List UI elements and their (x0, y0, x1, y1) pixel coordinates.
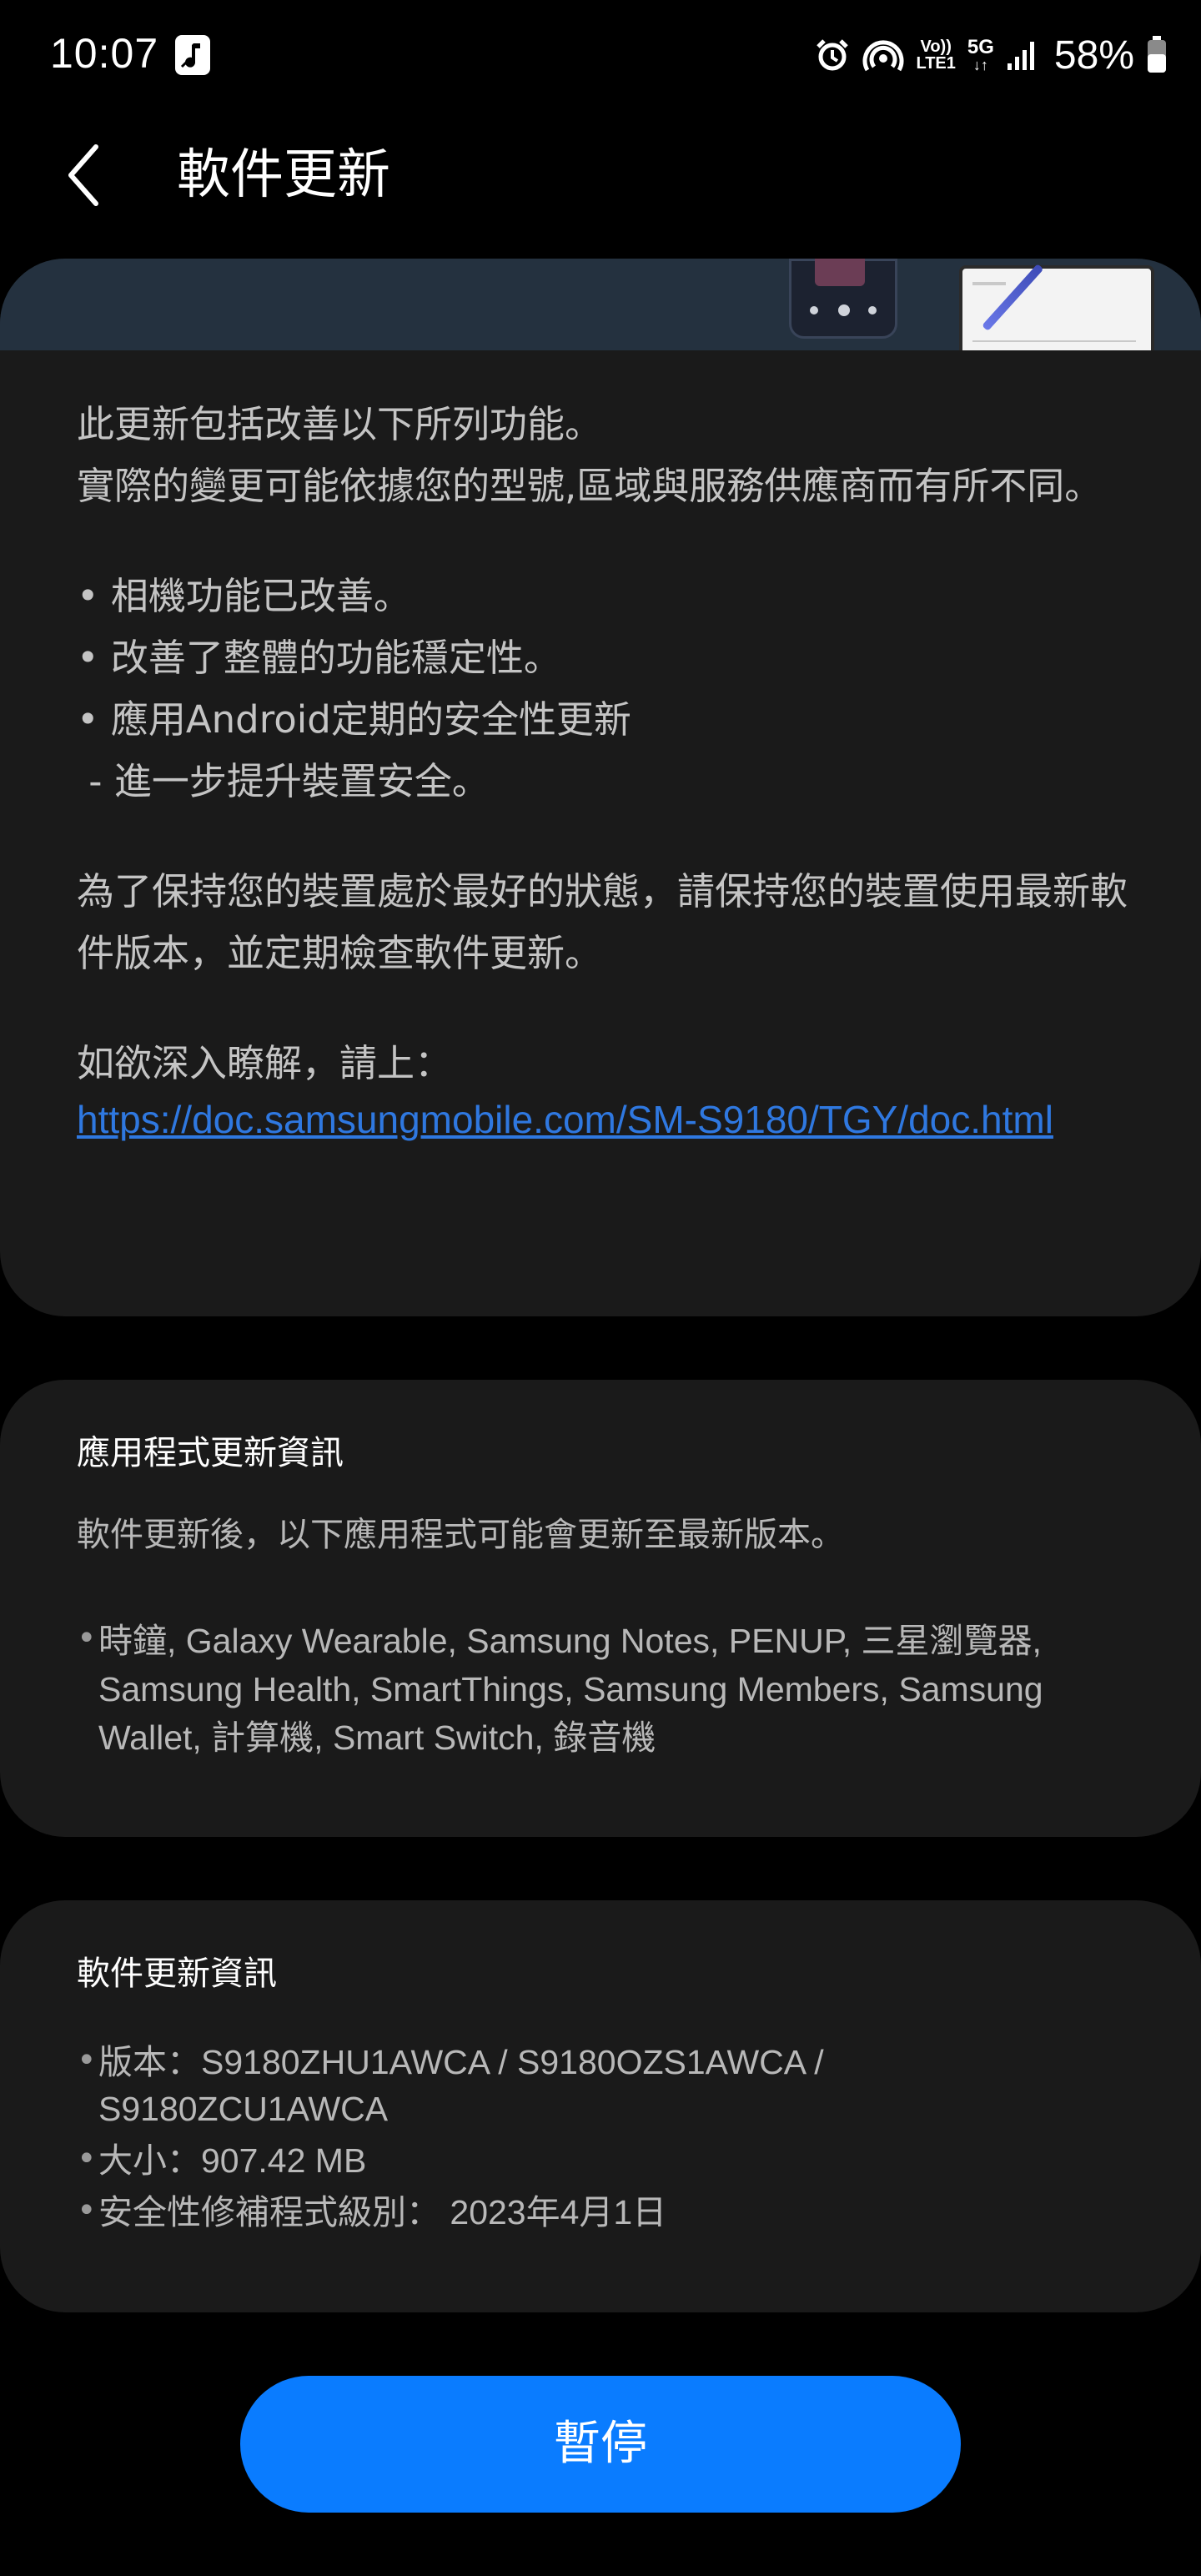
release-intro-2: 實際的變更可能依據您的型號,區域與服務供應商而有所不同。 (77, 464, 1103, 508)
pause-button[interactable]: 暫停 (240, 2376, 961, 2513)
list-bullet: • (77, 2140, 97, 2178)
chevron-left-icon (68, 144, 98, 206)
app-update-info-title: 應用程式更新資訊 (77, 1434, 344, 1472)
list-bullet: • (77, 2041, 97, 2080)
status-time: 10:07 (50, 30, 159, 77)
list-item: • 時鐘, Galaxy Wearable, Samsung Notes, PE… (77, 1617, 1119, 1762)
app-update-info-description: 軟件更新後，以下應用程式可能會更新至最新版本。 (77, 1516, 844, 1554)
release-notes-card: 此更新包括改善以下所列功能。 實際的變更可能依據您的型號,區域與服務供應商而有所… (0, 259, 1201, 1316)
release-bullet: • 應用Android定期的安全性更新 (77, 697, 631, 742)
release-sub-bullet: - 進一步提升裝置安全。 (77, 759, 490, 803)
back-button[interactable] (50, 133, 117, 217)
hotspot-icon (862, 40, 904, 72)
app-list: • 時鐘, Galaxy Wearable, Samsung Notes, PE… (77, 1617, 1119, 1762)
version-text: 版本：S9180ZHU1AWCA / S9180OZS1AWCA / S9180… (98, 2043, 824, 2128)
app-update-info-card: 應用程式更新資訊 軟件更新後，以下應用程式可能會更新至最新版本。 • 時鐘, G… (0, 1380, 1201, 1837)
software-update-info-card: 軟件更新資訊 • 版本：S9180ZHU1AWCA / S9180OZS1AWC… (0, 1900, 1201, 2312)
release-intro-1: 此更新包括改善以下所列功能。 (77, 402, 603, 446)
signal-icon (1007, 42, 1034, 70)
software-info-list: • 版本：S9180ZHU1AWCA / S9180OZS1AWCA / S91… (77, 2039, 1119, 2236)
banner-phone-illustration (789, 259, 897, 339)
security-patch-text: 安全性修補程式級別： 2023年4月1日 (98, 2193, 667, 2231)
list-item: • 安全性修補程式級別： 2023年4月1日 (77, 2189, 1119, 2236)
size-text: 大小：907.42 MB (98, 2141, 367, 2180)
status-bar: 10:07 Vo)) LTE1 5G ↓↑ 58% (0, 0, 1201, 108)
list-bullet: • (77, 1619, 97, 1658)
volte-icon: Vo)) LTE1 (916, 38, 955, 72)
network-label: 5G (967, 36, 994, 58)
list-item: • 版本：S9180ZHU1AWCA / S9180OZS1AWCA / S91… (77, 2039, 1119, 2132)
header: 軟件更新 (0, 125, 1201, 225)
data-arrows-icon: ↓↑ (972, 57, 988, 73)
volte-bottom-label: LTE1 (916, 54, 956, 73)
banner-tablet-illustration (959, 264, 1154, 350)
battery-percent: 58% (1053, 33, 1134, 78)
list-item: • 大小：907.42 MB (77, 2137, 1119, 2184)
volte-top-label: Vo)) (920, 38, 952, 56)
release-bullet: • 相機功能已改善。 (77, 574, 411, 618)
alarm-icon (817, 39, 849, 71)
more-info-label: 如欲深入瞭解，請上： (77, 1041, 453, 1085)
app-list-text: 時鐘, Galaxy Wearable, Samsung Notes, PENU… (98, 1622, 1043, 1757)
software-update-info-title: 軟件更新資訊 (77, 1955, 277, 1993)
5g-data-icon: 5G ↓↑ (967, 38, 994, 73)
release-advice: 為了保持您的裝置處於最好的狀態，請保持您的裝置使用最新軟件版本，並定期檢查軟件更… (77, 869, 1128, 975)
release-notes-body: 此更新包括改善以下所列功能。 實際的變更可能依據您的型號,區域與服務供應商而有所… (77, 394, 1128, 1145)
page-title: 軟件更新 (177, 144, 390, 206)
list-bullet: • (77, 2191, 97, 2230)
release-notes-link[interactable]: https://doc.samsungmobile.com/SM-S9180/T… (77, 1094, 1128, 1145)
app-notification-icon (175, 35, 210, 75)
update-banner-image (0, 259, 1201, 350)
battery-icon (1148, 36, 1166, 73)
status-icons: Vo)) LTE1 5G ↓↑ 58% (814, 30, 1168, 80)
release-bullet: • 改善了整體的功能穩定性。 (77, 636, 561, 680)
